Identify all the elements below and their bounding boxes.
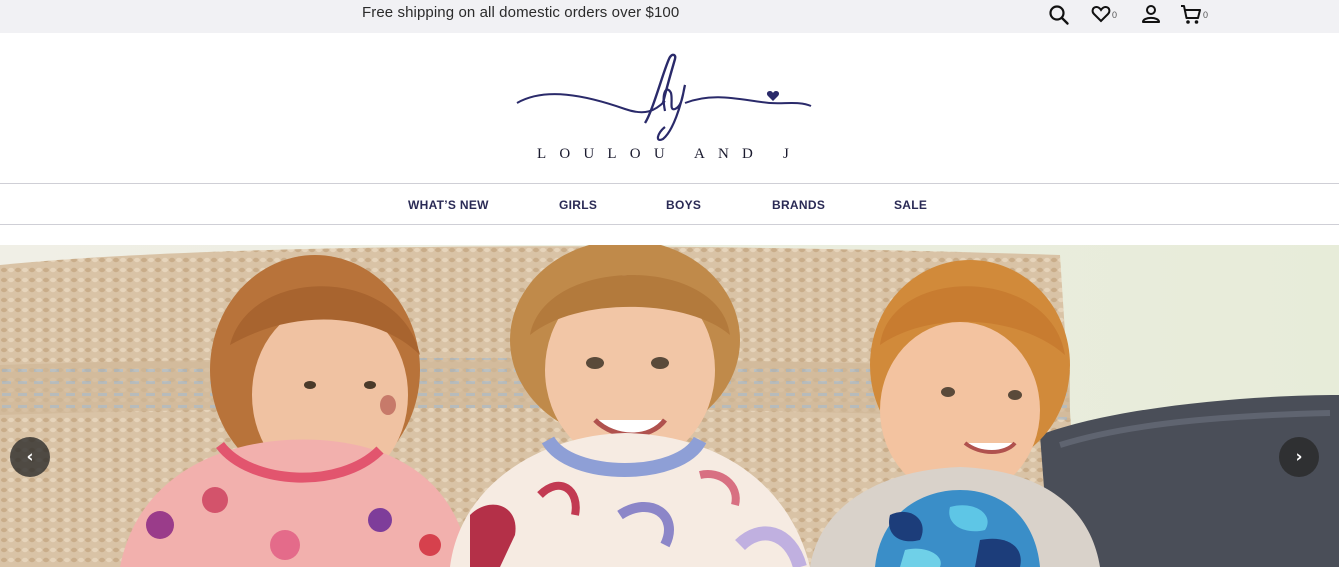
chevron-left-icon: ‹ xyxy=(26,446,34,467)
cart-count: 0 xyxy=(1203,10,1209,20)
announcement-bar: Free shipping on all domestic orders ove… xyxy=(0,0,1339,33)
hero-image xyxy=(0,245,1339,567)
account-button[interactable] xyxy=(1141,4,1161,28)
carousel-next-button[interactable]: › xyxy=(1279,437,1319,477)
site-header: LouLou and j xyxy=(0,33,1339,183)
cart-button[interactable]: 0 xyxy=(1180,4,1208,28)
brand-wordmark: LouLou and j xyxy=(537,146,803,162)
nav-item-sale[interactable]: SALE xyxy=(894,198,927,212)
nav-item-boys[interactable]: BOYS xyxy=(666,198,701,212)
nav-item-whats-new[interactable]: WHAT’S NEW xyxy=(408,198,489,212)
wishlist-button[interactable]: 0 xyxy=(1091,4,1117,28)
user-icon xyxy=(1142,5,1160,23)
brand-logo[interactable] xyxy=(515,51,815,148)
brand-monogram-icon xyxy=(516,53,812,141)
chevron-right-icon: › xyxy=(1295,446,1303,467)
nav-item-brands[interactable]: BRANDS xyxy=(772,198,825,212)
carousel-prev-button[interactable]: ‹ xyxy=(10,437,50,477)
search-button[interactable] xyxy=(1048,4,1070,28)
wishlist-count: 0 xyxy=(1112,10,1118,20)
hero-carousel[interactable]: ‹ › xyxy=(0,245,1339,567)
search-icon xyxy=(1049,5,1069,25)
announcement-text: Free shipping on all domestic orders ove… xyxy=(362,4,680,21)
heart-icon xyxy=(1091,5,1111,23)
main-nav: WHAT’S NEW GIRLS BOYS BRANDS SALE xyxy=(0,183,1339,225)
nav-item-girls[interactable]: GIRLS xyxy=(559,198,597,212)
cart-icon xyxy=(1181,5,1201,24)
